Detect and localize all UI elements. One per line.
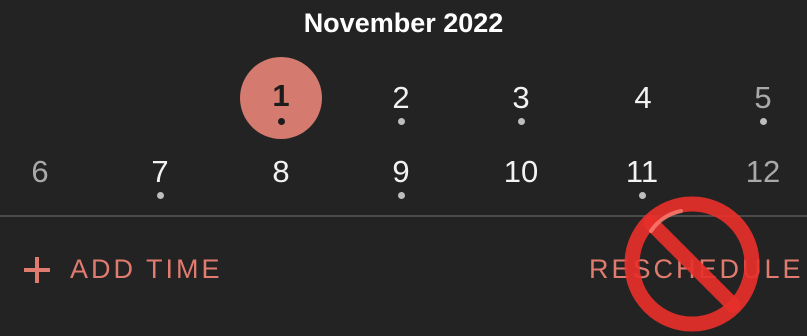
add-time-button[interactable]: ADD TIME	[22, 254, 223, 285]
day-cell-7[interactable]: 7	[115, 154, 205, 190]
month-title: November 2022	[303, 8, 504, 38]
day-cell-11[interactable]: 11	[597, 154, 687, 190]
day-cell-12[interactable]: 12	[718, 154, 807, 190]
day-cell-3[interactable]: 3	[476, 80, 566, 116]
event-dot	[277, 118, 285, 125]
plus-icon	[22, 255, 52, 285]
add-time-label: ADD TIME	[70, 254, 223, 284]
event-dot	[517, 118, 525, 125]
event-dot	[397, 118, 405, 125]
day-cell-8[interactable]: 8	[236, 154, 326, 190]
prohibited-icon	[624, 196, 760, 332]
day-cell-10[interactable]: 10	[476, 154, 566, 190]
day-cell-5[interactable]: 5	[718, 80, 807, 116]
day-cell-2[interactable]: 2	[356, 80, 446, 116]
event-dot	[397, 192, 405, 199]
day-cell-6[interactable]: 6	[0, 154, 85, 190]
event-dot	[156, 192, 164, 199]
day-cell-4[interactable]: 4	[598, 80, 688, 116]
event-dot	[759, 118, 767, 125]
day-cell-1[interactable]: 1	[236, 78, 326, 114]
day-cell-9[interactable]: 9	[356, 154, 446, 190]
